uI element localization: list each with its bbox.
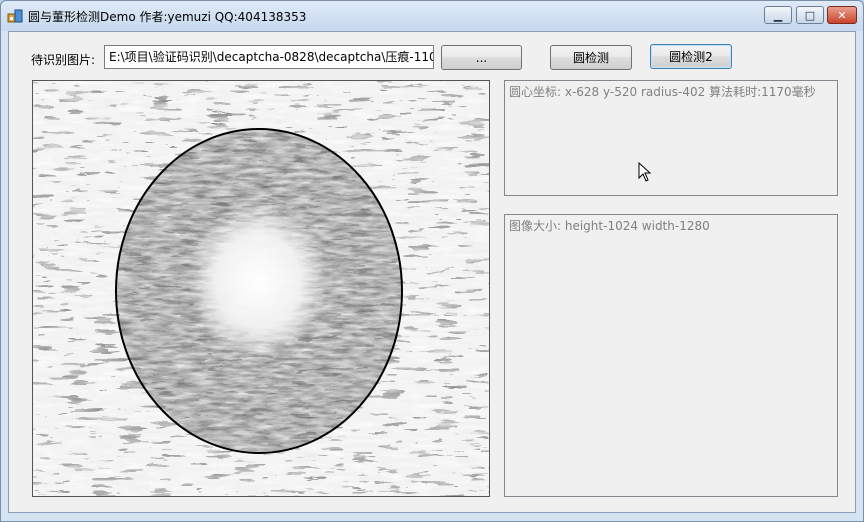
image-size-textbox[interactable]: 图像大小: height-1024 width-1280 xyxy=(504,214,838,497)
close-button[interactable]: ✕ xyxy=(827,6,857,24)
image-preview xyxy=(32,80,490,497)
browse-button[interactable]: ... xyxy=(441,45,522,70)
app-icon xyxy=(7,9,23,23)
circle-detect-button[interactable]: 圆检测 xyxy=(550,45,632,70)
maximize-button[interactable]: □ xyxy=(796,6,824,24)
file-label: 待识别图片: xyxy=(31,53,96,67)
file-path-input[interactable]: E:\项目\验证码识别\decaptcha-0828\decaptcha\压痕-… xyxy=(104,45,434,69)
minimize-button[interactable]: ▁ xyxy=(764,6,792,24)
title-bar[interactable]: 圆与董形检测Demo 作者:yemuzi QQ:404138353 ▁ □ ✕ xyxy=(1,1,863,31)
window-title: 圆与董形检测Demo 作者:yemuzi QQ:404138353 xyxy=(28,10,307,24)
circle-detect-2-button[interactable]: 圆检测2 xyxy=(650,44,732,69)
form-client-area: 待识别图片: E:\项目\验证码识别\decaptcha-0828\decapt… xyxy=(8,31,856,513)
mouse-pointer-icon xyxy=(638,162,652,182)
app-window: 圆与董形检测Demo 作者:yemuzi QQ:404138353 ▁ □ ✕ … xyxy=(0,0,864,522)
result-textbox[interactable]: 圆心坐标: x-628 y-520 radius-402 算法耗时:1170毫秒 xyxy=(504,80,838,196)
surface-image xyxy=(33,81,489,496)
